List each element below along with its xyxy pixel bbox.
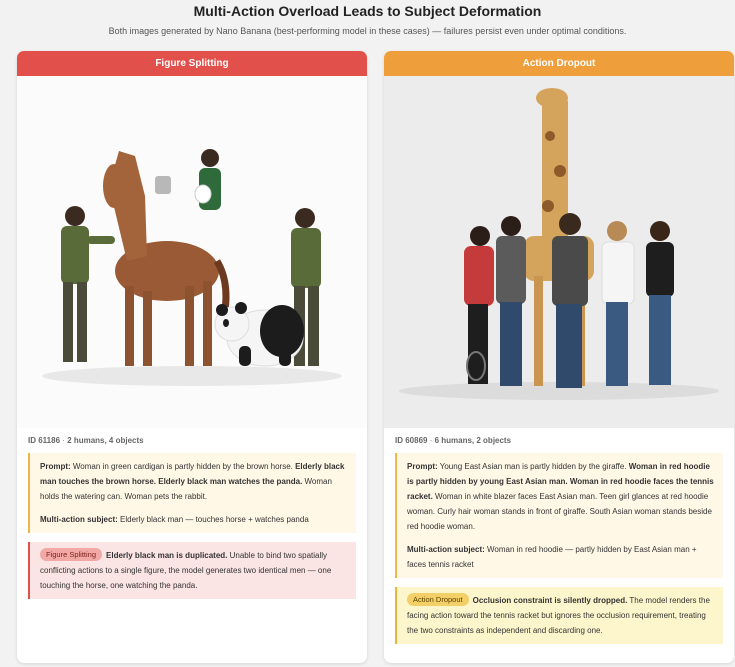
card-title: Action Dropout — [384, 51, 734, 76]
east-asian-man-figure — [496, 216, 526, 386]
cards-container: Figure Splitting ID 61186 · 2 humans, 4 … — [17, 51, 734, 665]
outcome-box: Figure Splitting Elderly black man is dup… — [28, 542, 356, 599]
teen-girl-figure — [646, 221, 674, 385]
page-title: Multi-Action Overload Leads to Subject D… — [193, 3, 542, 19]
card-meta: ID 61186 · 2 humans, 4 objects — [28, 436, 144, 445]
prompt-box: Prompt: Woman in green cardigan is partl… — [28, 453, 356, 533]
horse-panda-image — [17, 76, 367, 428]
card-title: Figure Splitting — [17, 51, 367, 76]
action-dropout-badge: Action Dropout — [407, 593, 469, 606]
figure-splitting-badge: Figure Splitting — [40, 548, 103, 561]
page-subtitle: Both images generated by Nano Banana (be… — [108, 26, 627, 36]
giraffe-group-image — [384, 76, 734, 428]
prompt-box: Prompt: Young East Asian man is partly h… — [395, 453, 723, 578]
figure-splitting-card: Figure Splitting ID 61186 · 2 humans, 4 … — [17, 51, 367, 663]
outcome-box: Action Dropout Occlusion constraint is si… — [395, 587, 723, 644]
action-dropout-card: Action Dropout ID 60869 · 6 humans, 2 ob… — [384, 51, 734, 663]
card-meta: ID 60869 · 6 humans, 2 objects — [395, 436, 512, 445]
